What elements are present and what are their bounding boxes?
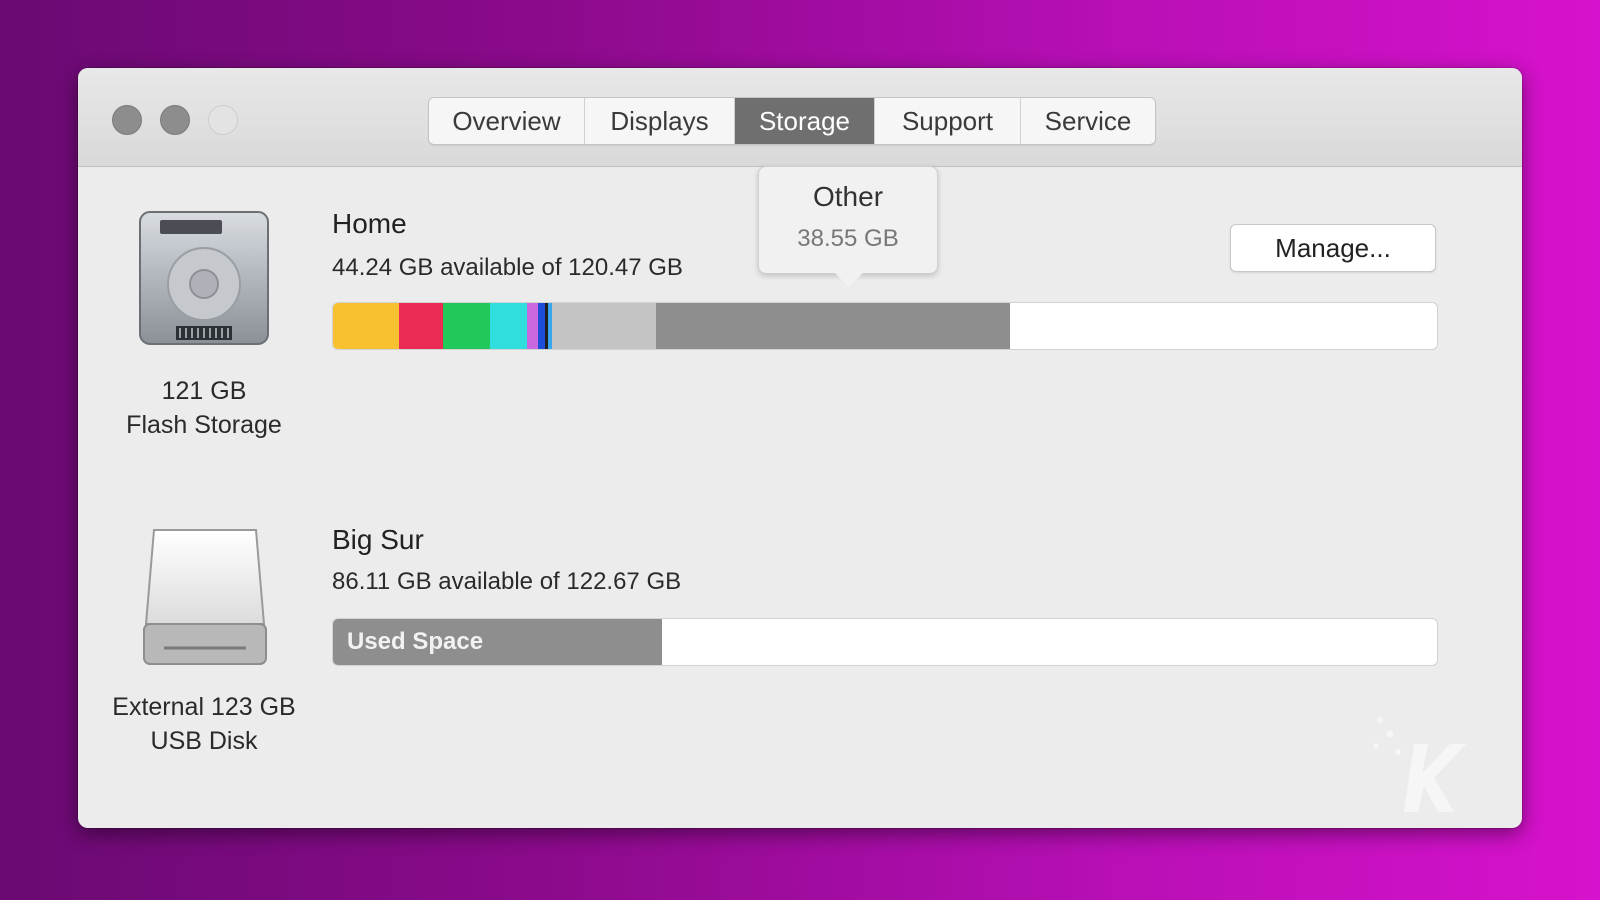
tab-displays[interactable]: Displays <box>585 98 735 144</box>
used-space-label: Used Space <box>347 628 484 655</box>
external-disk-caption: External 123 GB USB Disk <box>84 690 324 758</box>
storage-category-tooltip: Other 38.55 GB <box>758 166 938 287</box>
home-volume-name: Home <box>332 208 407 239</box>
bigsur-volume-name: Big Sur <box>332 524 424 555</box>
watermark-logo <box>1373 717 1466 812</box>
internal-disk-type: Flash Storage <box>126 411 282 439</box>
tab-overview[interactable]: Overview <box>429 98 585 144</box>
storage-segment[interactable] <box>399 303 444 349</box>
tab-bar: Overview Displays Storage Support Servic… <box>428 97 1156 145</box>
external-disk-size: External 123 GB <box>112 693 296 721</box>
storage-segment[interactable] <box>489 303 528 349</box>
tooltip-category-name: Other <box>812 181 884 212</box>
storage-segment[interactable] <box>538 303 545 349</box>
tab-storage[interactable]: Storage <box>735 98 875 144</box>
bigsur-volume-summary: 86.11 GB available of 122.67 GB <box>332 568 682 595</box>
storage-segment[interactable] <box>551 303 657 349</box>
home-volume-summary: 44.24 GB available of 120.47 GB <box>332 254 683 281</box>
storage-segment[interactable] <box>443 303 490 349</box>
close-window-button[interactable] <box>112 105 142 135</box>
manage-button[interactable]: Manage... <box>1230 224 1436 272</box>
external-disk-type: USB Disk <box>150 727 258 755</box>
internal-disk-caption: 121 GB Flash Storage <box>84 374 324 442</box>
tooltip-category-size: 38.55 GB <box>797 225 899 252</box>
external-drive-icon <box>143 529 267 665</box>
about-this-mac-window: Overview Displays Storage Support Servic… <box>78 68 1522 828</box>
internal-disk-size: 121 GB <box>161 377 247 405</box>
home-storage-bar[interactable] <box>332 302 1438 350</box>
title-bar: Overview Displays Storage Support Servic… <box>78 68 1522 167</box>
storage-segment[interactable] <box>333 303 400 349</box>
tab-support[interactable]: Support <box>875 98 1021 144</box>
zoom-window-button[interactable] <box>208 105 238 135</box>
storage-segment[interactable] <box>527 303 539 349</box>
bigsur-storage-bar[interactable]: Used Space <box>332 618 1438 666</box>
storage-segment[interactable] <box>656 303 1010 349</box>
tab-service[interactable]: Service <box>1021 98 1155 144</box>
minimize-window-button[interactable] <box>160 105 190 135</box>
internal-drive-icon <box>139 211 269 345</box>
